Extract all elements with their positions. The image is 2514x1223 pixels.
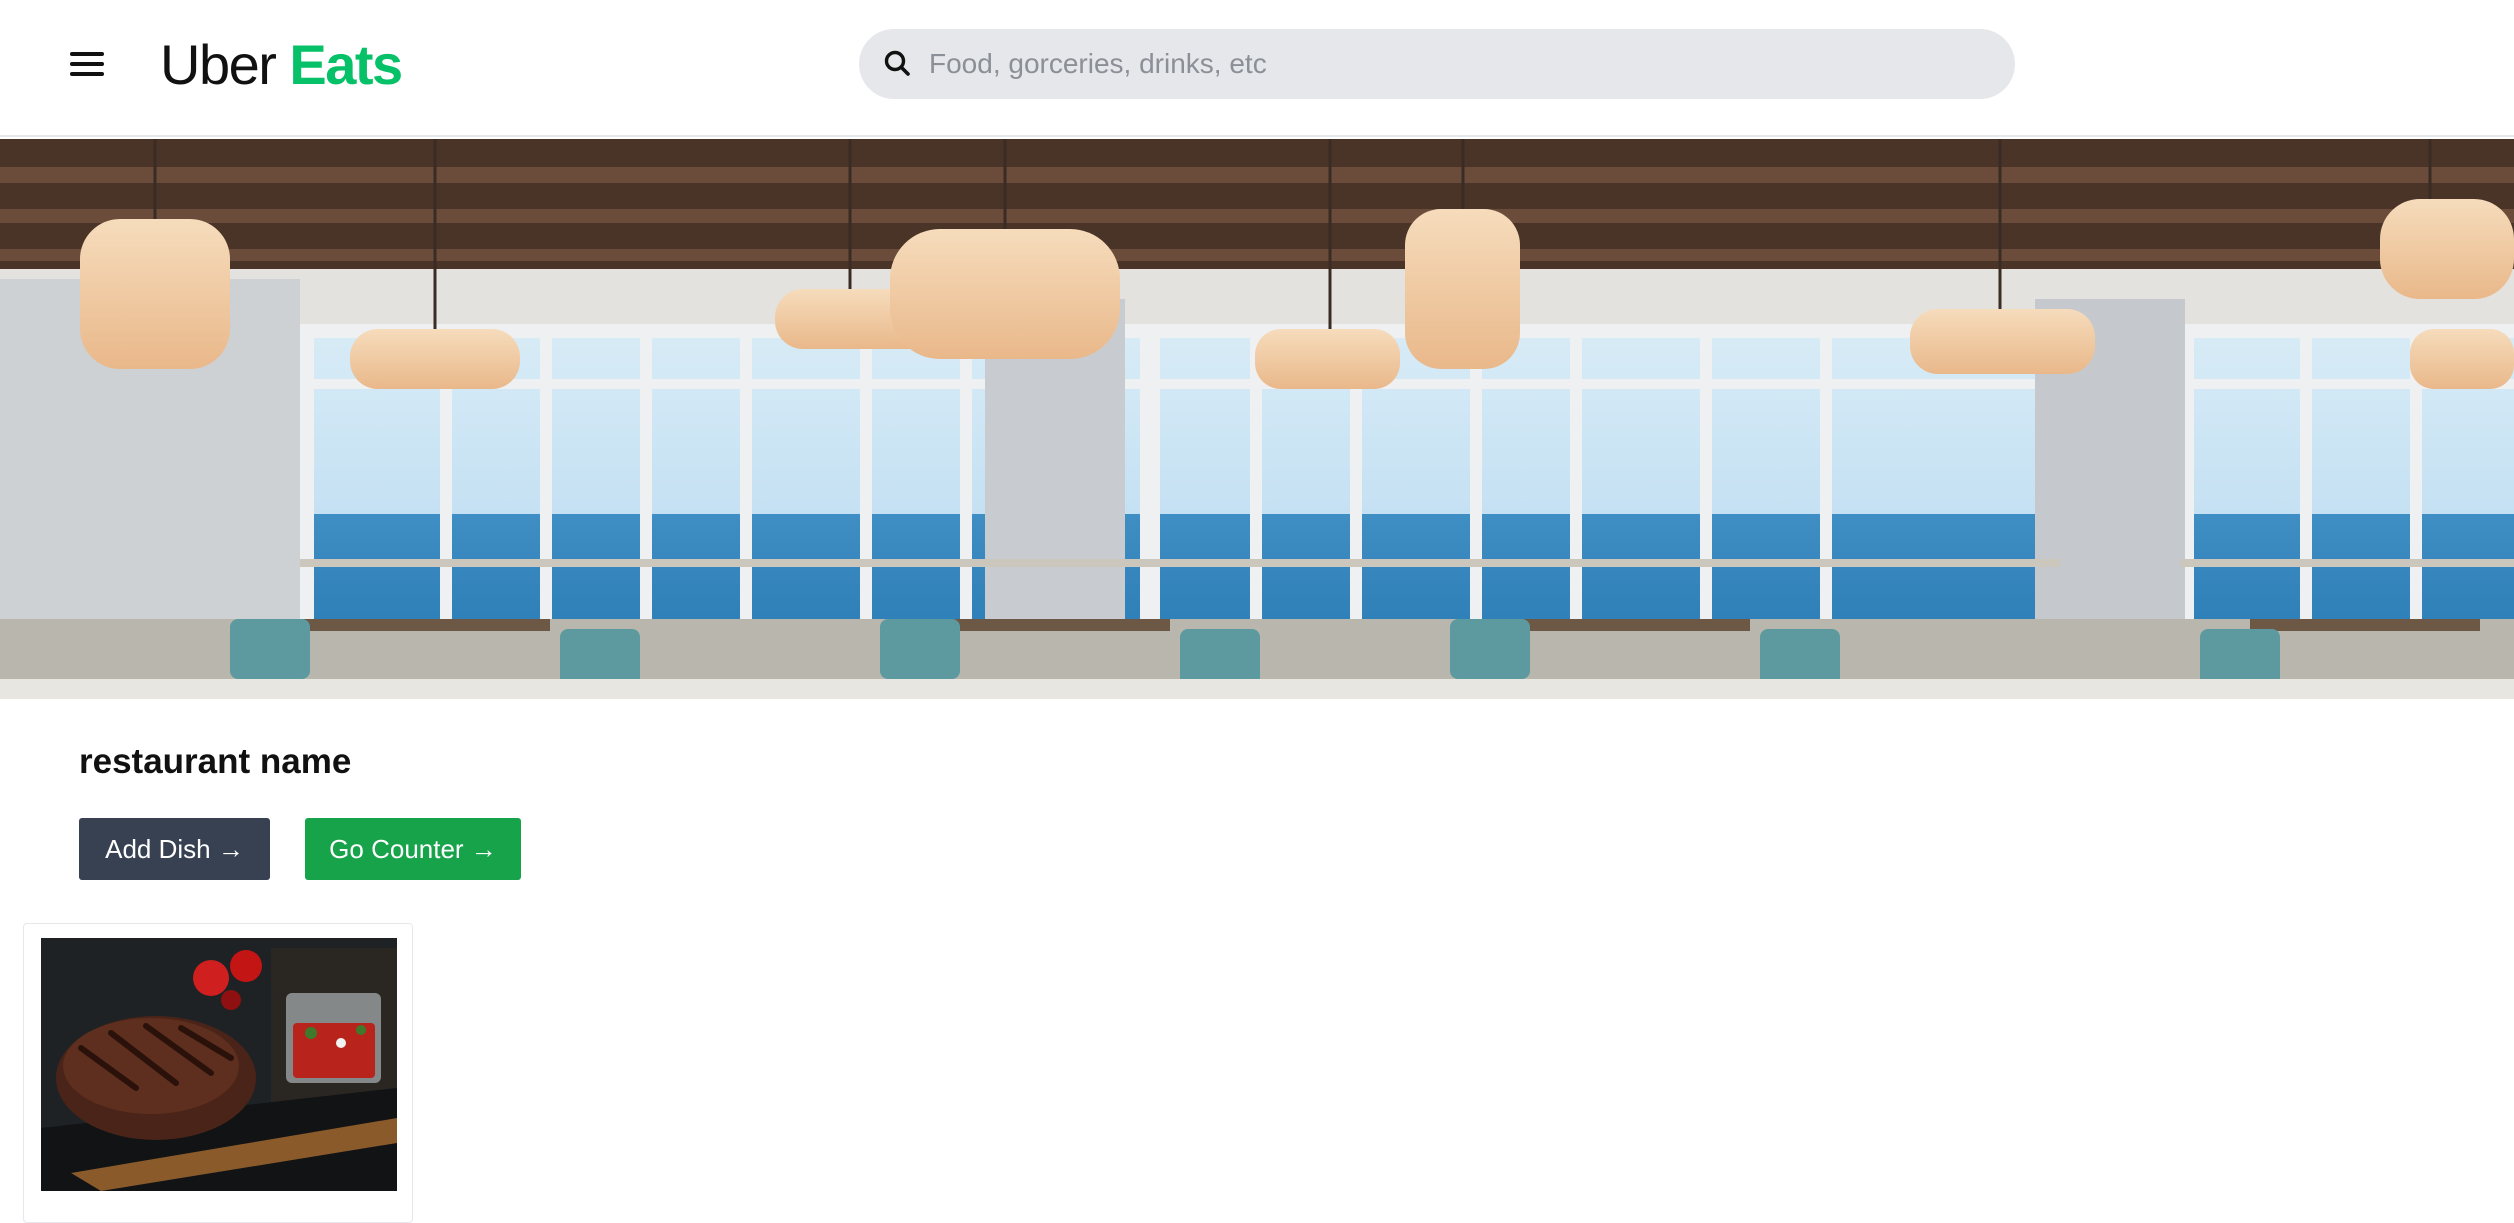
top-header: Uber Eats <box>0 0 2514 137</box>
search-input[interactable] <box>929 29 1989 99</box>
search-icon <box>884 50 910 76</box>
add-dish-button[interactable]: Add Dish → <box>79 818 270 880</box>
restaurant-hero-image <box>0 139 2514 699</box>
restaurant-name-heading: restaurant name <box>79 742 352 781</box>
dish-image <box>41 938 397 1191</box>
grilled-steak-illustration <box>41 938 397 1191</box>
restaurant-interior-illustration <box>0 139 2514 699</box>
go-counter-button[interactable]: Go Counter → <box>305 818 521 880</box>
uber-eats-logo[interactable]: Uber Eats <box>160 30 403 100</box>
logo-eats-text: Eats <box>289 33 403 96</box>
dish-card[interactable] <box>23 923 413 1223</box>
hamburger-menu-icon[interactable] <box>62 44 112 84</box>
search-bar[interactable] <box>859 29 2015 99</box>
logo-uber-text: Uber <box>160 33 277 96</box>
